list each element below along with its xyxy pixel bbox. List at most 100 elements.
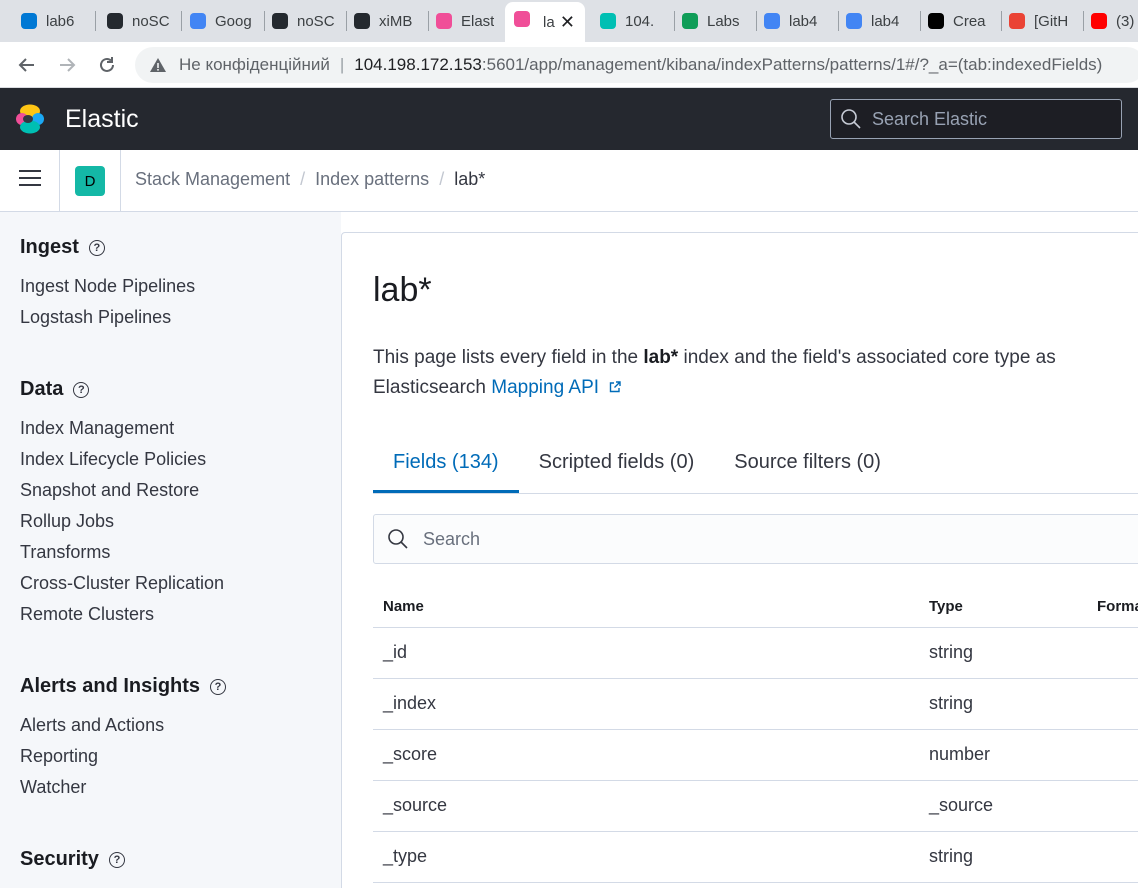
browser-tab-label: noSC (297, 12, 335, 30)
sidebar-section-title: Ingest (20, 236, 79, 258)
breadcrumb-stack-management[interactable]: Stack Management (135, 169, 290, 190)
browser-tab-label: [GitH (1034, 12, 1069, 30)
table-row: _id string (373, 628, 1138, 679)
sidebar-item-watcher[interactable]: Watcher (20, 777, 86, 798)
browser-tab[interactable]: lab6 (14, 4, 92, 38)
mapping-api-link-label: Mapping API (491, 377, 600, 398)
sidebar-item-logstash-pipelines[interactable]: Logstash Pipelines (20, 307, 171, 328)
browser-tab[interactable]: Elast (429, 4, 503, 38)
gmail-icon (1008, 12, 1026, 30)
field-name: _type (383, 846, 428, 866)
browser-toolbar: Не конфіденційний | 104.198.172.153:5601… (0, 42, 1138, 88)
browser-tab[interactable]: lab4 (757, 4, 835, 38)
column-header-name[interactable]: Name (383, 598, 424, 615)
google-cloud-icon (189, 12, 207, 30)
help-icon[interactable]: ? (73, 381, 90, 398)
google-drive-icon (681, 12, 699, 30)
elastic-icon (435, 12, 453, 30)
breadcrumb: Stack Management / Index patterns / lab* (135, 169, 485, 190)
help-icon[interactable]: ? (88, 239, 105, 256)
browser-tab[interactable]: noSC (100, 4, 178, 38)
github-icon (106, 12, 124, 30)
browser-tab-label: lab4 (789, 12, 818, 30)
reload-icon[interactable] (92, 50, 122, 80)
browser-tab-label: noSC (132, 12, 170, 30)
breadcrumb-current: lab* (454, 169, 486, 189)
browser-tab-label: Goog (215, 12, 252, 30)
field-type: number (929, 744, 991, 764)
menu-toggle-icon[interactable] (19, 170, 41, 190)
external-link-icon (610, 381, 622, 393)
breadcrumb-bar: D Stack Management / Index patterns / la… (0, 150, 1138, 212)
column-header-type[interactable]: Type (929, 598, 963, 615)
warning-icon[interactable] (149, 56, 167, 74)
browser-tab-label: Labs (707, 12, 740, 30)
sidebar-section-security: Security ? (20, 848, 125, 871)
notion-icon (927, 12, 945, 30)
sidebar-section-data: Data ? (20, 378, 90, 401)
mapping-api-link[interactable]: Mapping API (491, 377, 622, 398)
azure-icon (20, 12, 38, 30)
field-type: string (929, 846, 974, 866)
field-name: _index (383, 693, 437, 713)
address-bar[interactable]: Не конфіденційний | 104.198.172.153:5601… (135, 47, 1138, 83)
brand-name: Elastic (65, 105, 139, 133)
field-search-input[interactable]: Search (373, 514, 1138, 564)
close-tab-icon[interactable]: ✕ (560, 12, 575, 33)
field-name: _id (383, 642, 408, 662)
browser-tab[interactable]: Crea (921, 4, 998, 38)
google-docs-icon (845, 12, 863, 30)
global-search-input[interactable]: Search Elastic (830, 99, 1122, 139)
browser-tab[interactable]: xiMB (347, 4, 425, 38)
page-description: This page lists every field in the lab* … (373, 343, 1138, 403)
browser-tab-label: (3) Y (1116, 12, 1138, 30)
table-row: _score number (373, 730, 1138, 781)
forward-arrow-icon[interactable] (52, 50, 82, 80)
sidebar-item-remote-clusters[interactable]: Remote Clusters (20, 604, 154, 625)
browser-tab[interactable]: [GitH (1002, 4, 1080, 38)
help-icon[interactable]: ? (210, 678, 227, 695)
browser-tab[interactable]: Labs (675, 4, 753, 38)
field-search-placeholder: Search (423, 528, 481, 549)
github-icon (353, 12, 371, 30)
browser-tab-label: lab6 (46, 12, 75, 30)
sidebar-section-alerts-and-insights: Alerts and Insights ? (20, 675, 227, 698)
field-name: _score (383, 744, 438, 764)
browser-tab[interactable]: noSC (265, 4, 343, 38)
field-type: string (929, 642, 974, 662)
description-text: Elasticsearch (373, 377, 492, 398)
sidebar-item-index-management[interactable]: Index Management (20, 418, 174, 439)
table-row: _type string (373, 832, 1138, 883)
tab-scripted-fields[interactable]: Scripted fields (0) (519, 441, 715, 493)
help-icon[interactable]: ? (108, 851, 125, 868)
github-icon (271, 12, 289, 30)
sidebar-item-index-lifecycle-policies[interactable]: Index Lifecycle Policies (20, 449, 206, 470)
sidebar-item-snapshot-and-restore[interactable]: Snapshot and Restore (20, 480, 199, 501)
sidebar-item-alerts-and-actions[interactable]: Alerts and Actions (20, 715, 164, 736)
index-pattern-panel: lab* This page lists every field in the … (341, 232, 1138, 888)
browser-tab[interactable]: 104. (593, 4, 671, 38)
elastic-stack-icon (599, 12, 617, 30)
sidebar-item-rollup-jobs[interactable]: Rollup Jobs (20, 511, 114, 532)
sidebar-section-title: Data (20, 378, 64, 400)
browser-tab[interactable]: (3) Y (1084, 4, 1138, 38)
tab-fields[interactable]: Fields (134) (373, 441, 519, 493)
browser-tab[interactable]: Goog (183, 4, 261, 38)
fields-table-header: Name Type Forma (373, 588, 1138, 628)
tab-separator (95, 11, 96, 31)
breadcrumb-index-patterns[interactable]: Index patterns (315, 169, 429, 190)
browser-tab[interactable]: lab4 (839, 4, 917, 38)
tab-source-filters[interactable]: Source filters (0) (714, 441, 901, 493)
sidebar-item-cross-cluster-replication[interactable]: Cross-Cluster Replication (20, 573, 224, 594)
divider (120, 150, 121, 212)
sidebar-item-reporting[interactable]: Reporting (20, 746, 98, 767)
sidebar-item-transforms[interactable]: Transforms (20, 542, 110, 563)
space-avatar[interactable]: D (75, 166, 105, 196)
browser-tab[interactable]: la ✕ (505, 2, 585, 42)
back-arrow-icon[interactable] (12, 50, 42, 80)
sidebar-item-ingest-node-pipelines[interactable]: Ingest Node Pipelines (20, 276, 195, 297)
elastic-logo-icon[interactable] (14, 103, 46, 135)
description-text: index and the field's associated core ty… (678, 347, 1056, 368)
field-type: _source (929, 795, 994, 815)
column-header-format[interactable]: Forma (1097, 598, 1138, 615)
